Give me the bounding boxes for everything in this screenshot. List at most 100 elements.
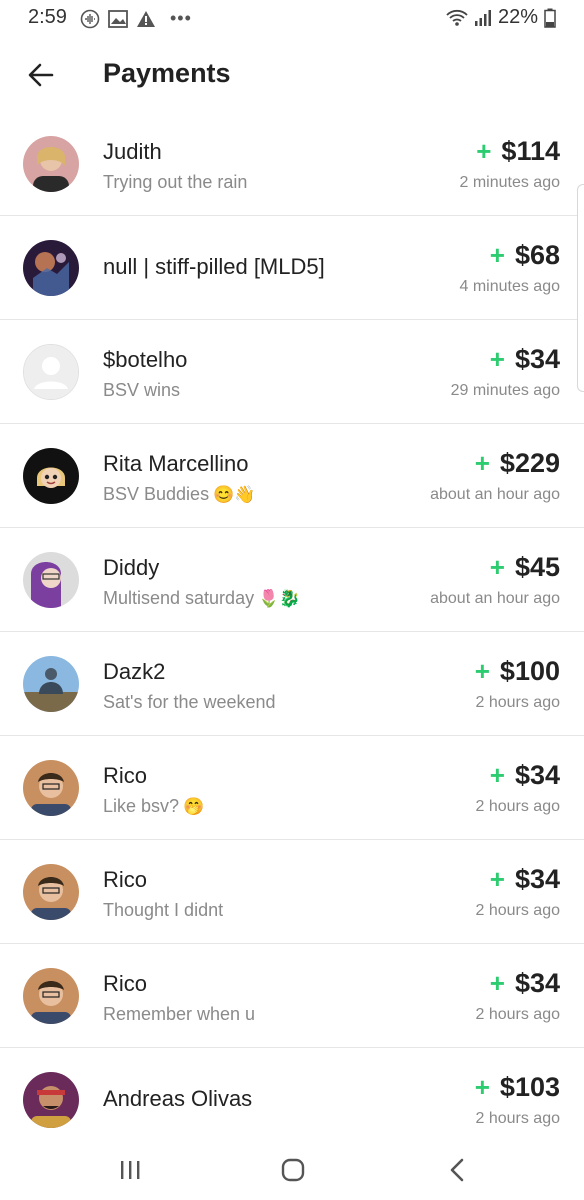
- payer-name: Judith: [103, 139, 162, 164]
- avatar: [23, 344, 79, 400]
- amount-group: + $100: [475, 656, 560, 687]
- system-nav-bar: [0, 1140, 584, 1200]
- payment-list: Judith Trying out the rain + $114 2 minut…: [0, 112, 584, 1151]
- avatar: [23, 864, 79, 920]
- payment-time: about an hour ago: [430, 486, 560, 503]
- list-item[interactable]: Dazk2 Sat's for the weekend + $100 2 hour…: [0, 632, 584, 736]
- payment-amount: $100: [499, 656, 560, 686]
- payment-memo: Sat's for the weekend: [103, 692, 276, 712]
- amount-group: + $34: [490, 344, 560, 375]
- amount-group: + $34: [490, 968, 560, 999]
- plus-icon: +: [474, 656, 490, 686]
- payment-memo: BSV wins: [103, 380, 181, 400]
- payer-name: $botelho: [103, 347, 188, 372]
- payment-memo: Thought I didnt: [103, 900, 224, 920]
- avatar: [23, 552, 79, 608]
- arrow-left-icon: [28, 63, 54, 87]
- scrollbar[interactable]: [577, 184, 584, 392]
- amount-group: + $114: [476, 136, 560, 167]
- recent-apps-button[interactable]: [112, 1152, 148, 1188]
- list-item[interactable]: Rico Thought I didnt + $34 2 hours ago: [0, 840, 584, 944]
- system-status: 22%: [446, 6, 556, 29]
- payment-amount: $45: [514, 552, 560, 582]
- payer-name: Andreas Olivas: [103, 1086, 253, 1111]
- chevron-left-icon: [450, 1158, 464, 1182]
- amount-group: + $229: [475, 448, 560, 479]
- payment-time: about an hour ago: [430, 590, 560, 607]
- list-item[interactable]: Rico Remember when u + $34 2 hours ago: [0, 944, 584, 1048]
- amount-group: + $45: [490, 552, 560, 583]
- payment-memo: BSV Buddies 😊👋: [103, 484, 256, 504]
- payment-time: 2 hours ago: [475, 694, 560, 711]
- avatar: [23, 656, 79, 712]
- avatar: [23, 136, 79, 192]
- payment-time: 2 minutes ago: [459, 174, 560, 191]
- status-bar: 2:59 ••• 22%: [0, 0, 584, 36]
- plus-icon: +: [489, 968, 505, 998]
- amount-group: + $68: [490, 240, 560, 271]
- status-time: 2:59: [28, 6, 67, 28]
- avatar: [23, 1072, 79, 1128]
- list-item[interactable]: $botelho BSV wins + $34 29 minutes ago: [0, 320, 584, 424]
- payer-name: Rico: [103, 763, 148, 788]
- battery-percent: 22%: [497, 6, 538, 28]
- amount-group: + $34: [490, 760, 560, 791]
- payment-time: 2 hours ago: [475, 1006, 560, 1023]
- payment-time: 2 hours ago: [475, 798, 560, 815]
- list-item[interactable]: null | stiff-pilled [MLD5] + $68 4 minute…: [0, 216, 584, 320]
- list-item[interactable]: Judith Trying out the rain + $114 2 minut…: [0, 112, 584, 216]
- payment-amount: $114: [501, 136, 560, 166]
- list-item[interactable]: Rita Marcellino BSV Buddies 😊👋 + $229 abou…: [0, 424, 584, 528]
- avatar: [23, 448, 79, 504]
- battery-icon: [544, 8, 556, 28]
- page-title: Payments: [103, 58, 231, 88]
- plus-icon: +: [489, 240, 505, 270]
- avatar: [23, 968, 79, 1024]
- amount-group: + $103: [475, 1072, 560, 1103]
- payment-amount: $103: [499, 1072, 560, 1102]
- plus-icon: +: [489, 760, 505, 790]
- payer-name: Rico: [103, 867, 148, 892]
- plus-icon: +: [489, 344, 505, 374]
- avatar: [23, 760, 79, 816]
- payment-memo: Remember when u: [103, 1004, 256, 1024]
- home-button[interactable]: [275, 1152, 311, 1188]
- payment-time: 29 minutes ago: [450, 382, 560, 399]
- payment-time: 2 hours ago: [475, 902, 560, 919]
- plus-icon: +: [474, 448, 490, 478]
- image-icon: [108, 9, 128, 28]
- list-item[interactable]: Andreas Olivas + $103 2 hours ago: [0, 1048, 584, 1151]
- payment-time: 4 minutes ago: [459, 278, 560, 295]
- wifi-icon: [446, 9, 468, 26]
- back-nav-button[interactable]: [440, 1152, 476, 1188]
- payer-name: Diddy: [103, 555, 160, 580]
- payer-name: Rita Marcellino: [103, 451, 249, 476]
- avatar: [23, 240, 79, 296]
- plus-icon: +: [476, 136, 492, 166]
- payment-amount: $68: [514, 240, 560, 270]
- plus-icon: +: [489, 864, 505, 894]
- recent-apps-icon: [121, 1161, 140, 1179]
- payment-amount: $34: [514, 968, 560, 998]
- payment-memo: Trying out the rain: [103, 172, 248, 192]
- sound-icon: [80, 9, 100, 28]
- signal-icon: [474, 9, 491, 26]
- list-item[interactable]: Diddy Multisend saturday 🌷🐉 + $45 about an…: [0, 528, 584, 632]
- warning-icon: [137, 10, 155, 27]
- default-avatar-icon: [24, 345, 78, 399]
- payment-memo: Multisend saturday 🌷🐉: [103, 588, 301, 608]
- payment-amount: $229: [499, 448, 560, 478]
- back-button[interactable]: [24, 58, 58, 92]
- payer-name: Rico: [103, 971, 148, 996]
- payment-time: 2 hours ago: [475, 1110, 560, 1127]
- list-item[interactable]: Rico Like bsv? 🤭 + $34 2 hours ago: [0, 736, 584, 840]
- plus-icon: +: [489, 552, 505, 582]
- amount-group: + $34: [490, 864, 560, 895]
- payment-memo: Like bsv? 🤭: [103, 796, 205, 816]
- payment-amount: $34: [514, 344, 560, 374]
- payment-amount: $34: [514, 760, 560, 790]
- payer-name: null | stiff-pilled [MLD5]: [103, 254, 325, 279]
- more-icon: •••: [170, 8, 192, 28]
- payment-amount: $34: [514, 864, 560, 894]
- plus-icon: +: [474, 1072, 490, 1102]
